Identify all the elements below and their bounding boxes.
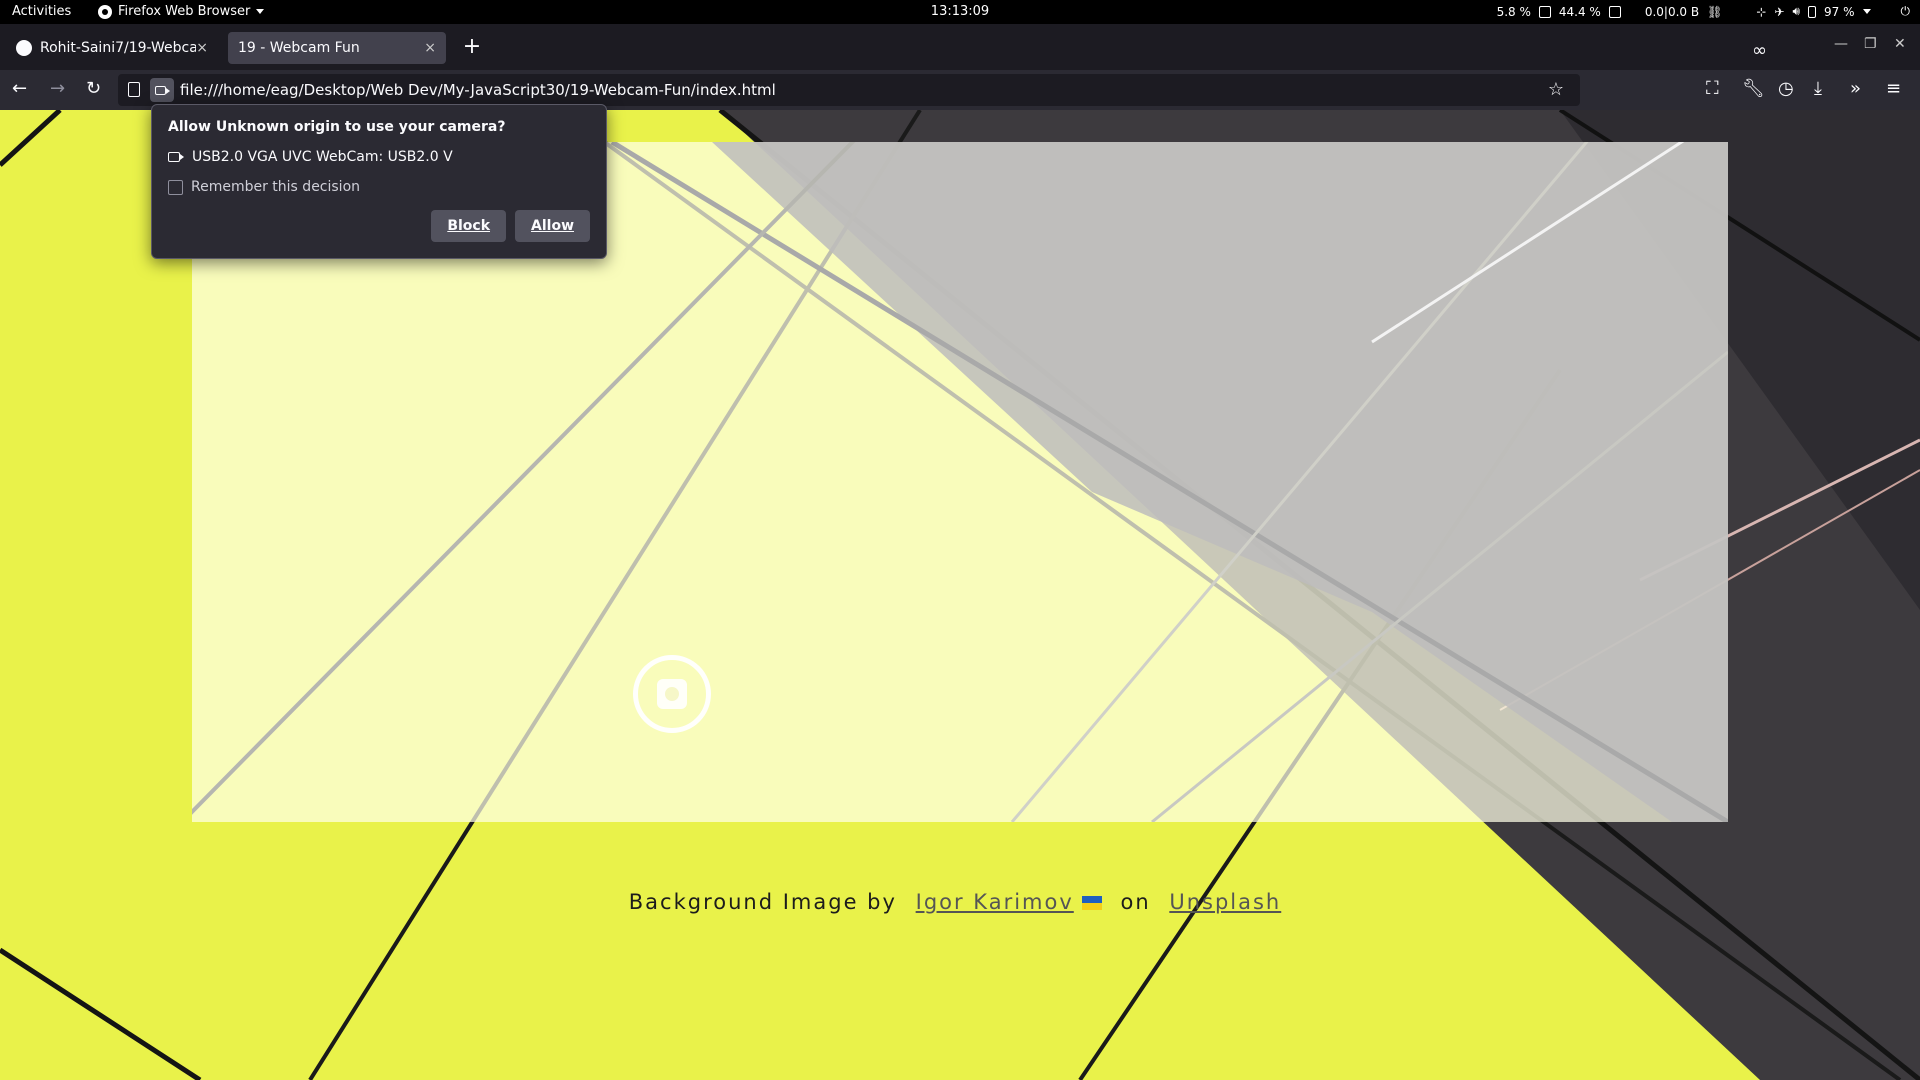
battery-icon [1808,5,1816,18]
cpu-usage: 5.8 % [1496,4,1531,19]
permission-question: Allow Unknown origin to use your camera? [168,119,506,135]
private-browsing-icon: ∞ [1752,40,1767,61]
tab-webcam-fun[interactable]: 19 - Webcam Fun × [228,32,446,64]
close-tab-icon[interactable]: × [196,40,208,56]
more-tools-icon[interactable]: » [1850,79,1861,99]
network-icon: ⛓ [1707,4,1723,19]
block-button[interactable]: Block [431,210,507,242]
system-top-bar: Activities Firefox Web Browser 13:13:09 … [0,0,1920,24]
clock[interactable]: 13:13:09 [931,4,989,19]
url-text[interactable]: file:///home/eag/Desktop/Web Dev/My-Java… [180,81,776,99]
extension-icon[interactable]: ⛶ [1706,79,1719,99]
chevron-down-icon [1862,9,1871,14]
wrench-icon[interactable]: 🔧︎ [1742,79,1765,99]
take-photo-button[interactable] [633,655,711,733]
credit-prefix: Background Image by [628,890,897,914]
remember-label: Remember this decision [191,179,361,195]
app-menu[interactable]: Firefox Web Browser [98,4,265,19]
camera-device: USB2.0 VGA UVC WebCam: USB2.0 V [168,149,590,165]
forward-icon[interactable]: → [50,79,65,99]
bookmark-star-icon[interactable]: ☆ [1548,79,1564,100]
author-name: Igor Karimov [915,890,1074,914]
remember-checkbox[interactable] [168,179,183,195]
airplane-mode-icon: ✈ [1774,4,1785,19]
camera-device-name: USB2.0 VGA UVC WebCam: USB2.0 V [192,149,453,165]
reload-icon[interactable]: ↻ [86,79,101,99]
unsplash-link[interactable]: Unsplash [1169,890,1281,914]
cpu-icon [1538,5,1551,18]
chevron-down-icon [256,9,265,14]
battery-level: 97 % [1824,4,1855,19]
github-icon [16,40,32,56]
close-window-icon[interactable]: ✕ [1894,36,1906,52]
volume-icon: 🔊︎ [1792,4,1800,18]
back-icon[interactable]: ← [12,79,27,99]
remember-decision[interactable]: Remember this decision [168,179,590,195]
ukraine-flag-icon [1081,896,1102,910]
app-name: Firefox Web Browser [118,4,251,19]
system-status-area[interactable]: 5.8 % 44.4 % 0.0|0.0 B ⛓ ⊹ ✈ 🔊︎ 97 % ⏻ [1497,4,1910,19]
camera-permission-icon[interactable] [150,78,174,102]
restore-icon[interactable]: ❐ [1864,36,1877,52]
memory-usage: 44.4 % [1558,4,1601,19]
camera-icon [168,152,184,162]
tab-title: 19 - Webcam Fun [238,40,360,56]
tab-title: Rohit-Saini7/19-Webcam [40,40,197,56]
downloads-icon[interactable]: ⤓ [1814,79,1822,99]
activities-button[interactable]: Activities [12,4,71,19]
wired-network-icon: ⊹ [1756,4,1767,19]
image-credit: Background Image by Igor Karimov on Unsp… [0,890,1920,914]
camera-permission-popup: Allow Unknown origin to use your camera?… [151,104,607,259]
network-speed: 0.0|0.0 B [1644,4,1700,19]
hamburger-menu-icon[interactable]: ≡ [1886,79,1901,99]
allow-button[interactable]: Allow [515,210,590,242]
firefox-icon [98,4,112,19]
close-tab-icon[interactable]: × [424,40,436,56]
minimize-icon[interactable]: — [1834,36,1848,52]
page-icon[interactable] [128,82,140,97]
new-tab-button[interactable]: + [460,36,484,58]
tab-strip: Rohit-Saini7/19-Webcam × 19 - Webcam Fun… [0,24,1920,70]
tab-github[interactable]: Rohit-Saini7/19-Webcam × [6,32,218,64]
power-icon[interactable]: ⏻ [1901,4,1911,19]
author-link[interactable]: Igor Karimov [916,890,1102,914]
memory-icon [1608,5,1621,18]
credit-on: on [1120,890,1151,914]
url-bar[interactable]: file:///home/eag/Desktop/Web Dev/My-Java… [118,74,1580,106]
history-icon[interactable]: ◷ [1778,79,1794,99]
